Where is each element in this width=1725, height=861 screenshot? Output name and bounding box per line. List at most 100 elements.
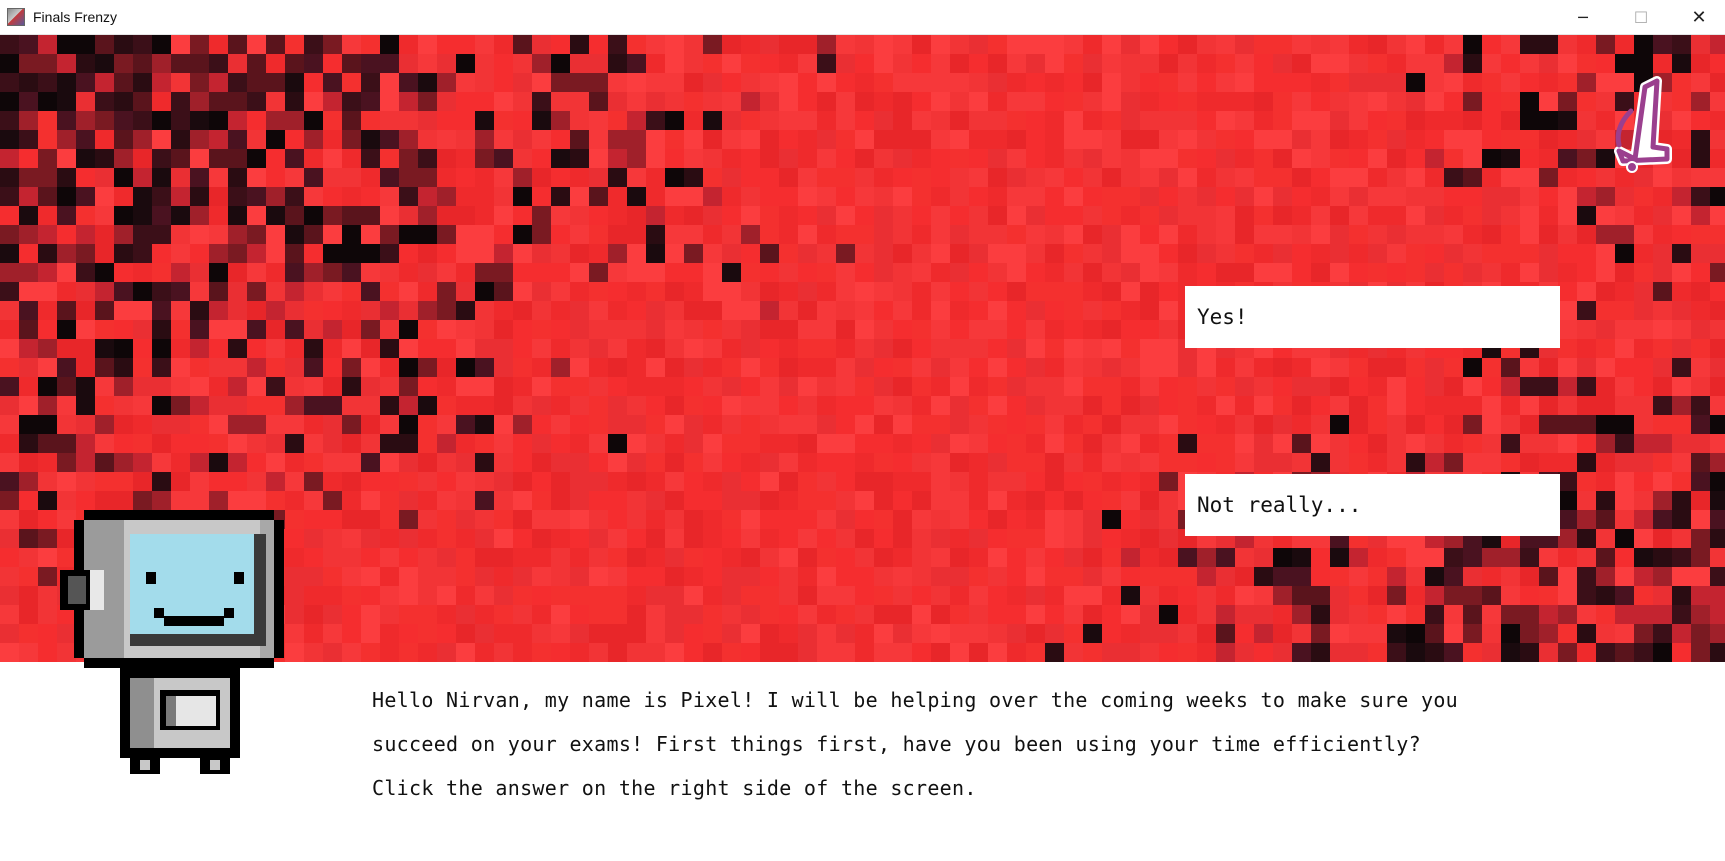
minimize-button[interactable]: ─ bbox=[1554, 0, 1612, 34]
mosaic-tile bbox=[19, 54, 38, 73]
mosaic-tile bbox=[133, 282, 152, 301]
mosaic-tile bbox=[437, 510, 456, 529]
mosaic-tile bbox=[741, 35, 760, 54]
mosaic-tile bbox=[1425, 263, 1444, 282]
mosaic-tile bbox=[608, 168, 627, 187]
mosaic-tile bbox=[1520, 358, 1539, 377]
mosaic-tile bbox=[1444, 111, 1463, 130]
mosaic-tile bbox=[1463, 453, 1482, 472]
mosaic-tile bbox=[1026, 605, 1045, 624]
mosaic-tile bbox=[779, 567, 798, 586]
mosaic-tile bbox=[703, 282, 722, 301]
mosaic-tile bbox=[1406, 396, 1425, 415]
mosaic-tile bbox=[0, 510, 19, 529]
mosaic-tile bbox=[1330, 624, 1349, 643]
mosaic-tile bbox=[760, 130, 779, 149]
mosaic-tile bbox=[950, 225, 969, 244]
mosaic-tile bbox=[722, 643, 741, 662]
mosaic-tile bbox=[646, 206, 665, 225]
mosaic-tile bbox=[1197, 586, 1216, 605]
mosaic-tile bbox=[1615, 339, 1634, 358]
mosaic-tile bbox=[532, 567, 551, 586]
mosaic-tile bbox=[1159, 54, 1178, 73]
mosaic-tile bbox=[209, 415, 228, 434]
mosaic-tile bbox=[1311, 225, 1330, 244]
mosaic-tile bbox=[1577, 54, 1596, 73]
mosaic-tile bbox=[19, 586, 38, 605]
mosaic-tile bbox=[1330, 225, 1349, 244]
mosaic-tile bbox=[1045, 510, 1064, 529]
mosaic-tile bbox=[646, 35, 665, 54]
mosaic-tile bbox=[969, 73, 988, 92]
mosaic-tile bbox=[779, 491, 798, 510]
mosaic-tile bbox=[608, 453, 627, 472]
mosaic-tile bbox=[532, 225, 551, 244]
mosaic-tile bbox=[722, 149, 741, 168]
mosaic-tile bbox=[627, 605, 646, 624]
mosaic-tile bbox=[342, 54, 361, 73]
mosaic-tile bbox=[570, 491, 589, 510]
mosaic-tile bbox=[1387, 206, 1406, 225]
mosaic-tile bbox=[608, 491, 627, 510]
mosaic-tile bbox=[855, 377, 874, 396]
maximize-button[interactable]: ☐ bbox=[1612, 0, 1670, 34]
mosaic-tile bbox=[1672, 586, 1691, 605]
mosaic-tile bbox=[836, 149, 855, 168]
mosaic-tile bbox=[627, 282, 646, 301]
mosaic-tile bbox=[1330, 73, 1349, 92]
mosaic-tile bbox=[722, 320, 741, 339]
mosaic-tile bbox=[1444, 396, 1463, 415]
mosaic-tile bbox=[1463, 35, 1482, 54]
mosaic-tile bbox=[1178, 149, 1197, 168]
mosaic-tile bbox=[741, 415, 760, 434]
mosaic-tile bbox=[1273, 111, 1292, 130]
mosaic-tile bbox=[1520, 586, 1539, 605]
mosaic-tile bbox=[1539, 168, 1558, 187]
mosaic-tile bbox=[798, 282, 817, 301]
mosaic-tile bbox=[1577, 567, 1596, 586]
mosaic-tile bbox=[551, 491, 570, 510]
mosaic-tile bbox=[152, 149, 171, 168]
mosaic-tile bbox=[456, 339, 475, 358]
mosaic-tile bbox=[1197, 244, 1216, 263]
mosaic-tile bbox=[912, 320, 931, 339]
mosaic-tile bbox=[779, 263, 798, 282]
mosaic-tile bbox=[760, 111, 779, 130]
mosaic-tile bbox=[1254, 434, 1273, 453]
mosaic-tile bbox=[1520, 244, 1539, 263]
mosaic-tile bbox=[437, 567, 456, 586]
answer-yes-button[interactable]: Yes! bbox=[1185, 286, 1560, 348]
mosaic-tile bbox=[950, 92, 969, 111]
mosaic-tile bbox=[1159, 453, 1178, 472]
mosaic-tile bbox=[570, 434, 589, 453]
mosaic-tile bbox=[1615, 510, 1634, 529]
mosaic-tile bbox=[513, 73, 532, 92]
mosaic-tile bbox=[627, 73, 646, 92]
mosaic-tile bbox=[893, 339, 912, 358]
mosaic-tile bbox=[1102, 130, 1121, 149]
answer-not-really-button[interactable]: Not really... bbox=[1185, 474, 1560, 536]
mosaic-tile bbox=[722, 491, 741, 510]
mosaic-tile bbox=[1102, 320, 1121, 339]
mosaic-tile bbox=[1007, 358, 1026, 377]
mosaic-tile bbox=[1026, 339, 1045, 358]
mosaic-tile bbox=[1140, 301, 1159, 320]
mosaic-tile bbox=[779, 73, 798, 92]
mosaic-tile bbox=[1349, 73, 1368, 92]
mosaic-tile bbox=[19, 130, 38, 149]
mosaic-tile bbox=[684, 396, 703, 415]
mosaic-tile bbox=[817, 491, 836, 510]
mosaic-tile bbox=[798, 529, 817, 548]
mosaic-tile bbox=[1216, 624, 1235, 643]
mosaic-tile bbox=[1292, 168, 1311, 187]
mosaic-tile bbox=[19, 187, 38, 206]
mosaic-tile bbox=[1216, 54, 1235, 73]
mosaic-tile bbox=[1691, 415, 1710, 434]
close-button[interactable]: ✕ bbox=[1670, 0, 1725, 34]
mosaic-tile bbox=[418, 453, 437, 472]
mosaic-tile bbox=[1197, 643, 1216, 662]
mosaic-tile bbox=[1349, 244, 1368, 263]
mosaic-tile bbox=[1349, 149, 1368, 168]
mosaic-tile bbox=[342, 73, 361, 92]
mosaic-tile bbox=[456, 168, 475, 187]
